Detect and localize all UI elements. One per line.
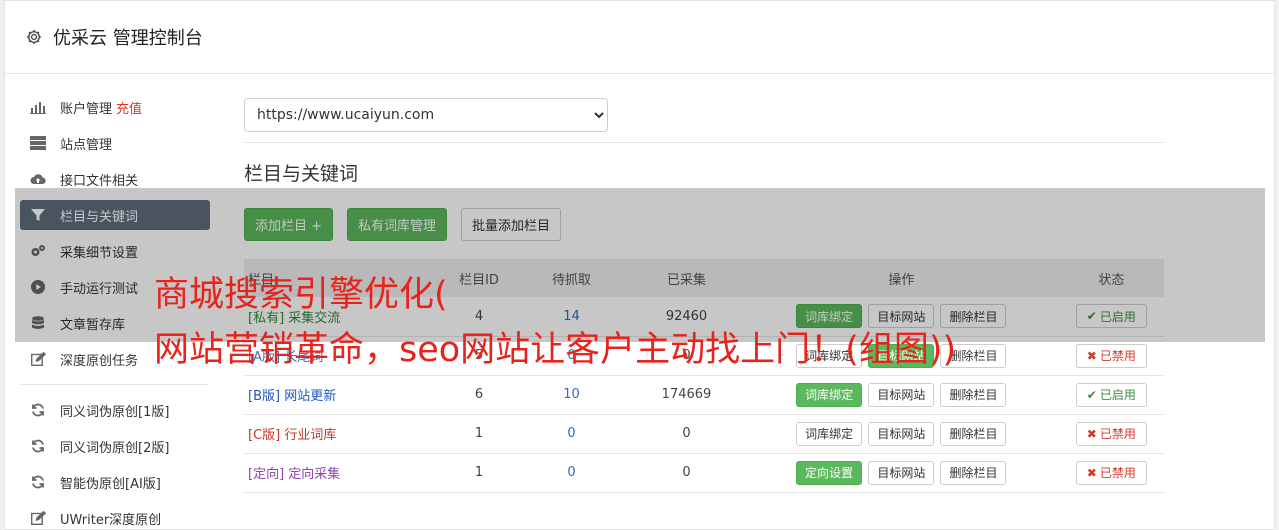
cloud-upload-icon bbox=[30, 171, 46, 187]
table-row: [B版] 网站更新 6 10 174669 词库绑定 目标网站 删除栏目 ✔ 已启… bbox=[244, 375, 1164, 415]
status-label: 已启用 bbox=[1099, 388, 1136, 402]
sidebar-item-ai-original[interactable]: 智能伪原创[AI版] bbox=[20, 467, 210, 497]
status-label: 已禁用 bbox=[1099, 349, 1136, 363]
column-id: 6 bbox=[444, 375, 514, 415]
pending-count[interactable]: 10 bbox=[514, 375, 629, 415]
ops-cell: 定向设置 目标网站 删除栏目 bbox=[744, 453, 1059, 493]
done-count: 0 bbox=[629, 453, 744, 493]
bind-library-button[interactable]: 词库绑定 bbox=[796, 382, 863, 407]
sidebar-item-label: 站点管理 bbox=[60, 137, 113, 153]
column-tag: [B版] bbox=[248, 389, 281, 404]
edit-icon bbox=[30, 351, 46, 367]
column-name-cell: [B版] 网站更新 bbox=[244, 375, 444, 415]
target-site-button[interactable]: 目标网站 bbox=[868, 421, 935, 446]
gear-icon bbox=[26, 29, 42, 45]
delete-column-button[interactable]: 删除栏目 bbox=[940, 460, 1007, 485]
ops-cell: 词库绑定 目标网站 删除栏目 bbox=[744, 414, 1059, 454]
column-tag: [C版] bbox=[248, 428, 281, 443]
done-count: 0 bbox=[629, 414, 744, 454]
overlay-line-1: 商城搜索引擎优化( bbox=[154, 275, 448, 315]
refresh-icon bbox=[30, 402, 46, 418]
sidebar-item-label: 同义词伪原创[2版] bbox=[60, 440, 170, 456]
status-cell: ✖ 已禁用 bbox=[1058, 453, 1164, 493]
column-id: 1 bbox=[444, 453, 514, 493]
directed-settings-button[interactable]: 定向设置 bbox=[796, 460, 863, 485]
bind-library-button[interactable]: 词库绑定 bbox=[796, 421, 863, 446]
cross-icon: ✖ bbox=[1086, 348, 1097, 363]
status-cell: ✖ 已禁用 bbox=[1058, 414, 1164, 454]
cross-icon: ✖ bbox=[1086, 465, 1097, 480]
sidebar-item-label: 深度原创任务 bbox=[60, 353, 139, 369]
sidebar-item-label: UWriter深度原创 bbox=[60, 512, 162, 528]
sidebar-item-synonym-v1[interactable]: 同义词伪原创[1版] bbox=[20, 395, 210, 425]
sidebar-item-label: 同义词伪原创[1版] bbox=[60, 404, 170, 420]
pending-count[interactable]: 0 bbox=[514, 453, 629, 493]
status-toggle[interactable]: ✖ 已禁用 bbox=[1075, 460, 1147, 485]
delete-column-button[interactable]: 删除栏目 bbox=[940, 421, 1007, 446]
server-icon bbox=[30, 135, 46, 151]
refresh-icon bbox=[30, 438, 46, 454]
site-select[interactable]: https://www.ucaiyun.com bbox=[244, 98, 608, 132]
edit-icon bbox=[30, 510, 46, 526]
done-count: 174669 bbox=[629, 375, 744, 415]
check-icon: ✔ bbox=[1086, 387, 1097, 402]
delete-column-button[interactable]: 删除栏目 bbox=[940, 382, 1007, 407]
section-divider bbox=[244, 142, 1164, 143]
column-tag: [定向] bbox=[248, 467, 285, 482]
status-label: 已禁用 bbox=[1099, 466, 1136, 480]
page-title: 优采云 管理控制台 bbox=[53, 28, 203, 49]
column-name-link[interactable]: 网站更新 bbox=[284, 389, 336, 404]
status-toggle[interactable]: ✖ 已禁用 bbox=[1075, 421, 1147, 446]
ops-cell: 词库绑定 目标网站 删除栏目 bbox=[744, 375, 1059, 415]
sidebar-item-account[interactable]: 账户管理 充值 bbox=[20, 92, 210, 122]
status-label: 已禁用 bbox=[1099, 427, 1136, 441]
status-toggle[interactable]: ✖ 已禁用 bbox=[1075, 343, 1147, 368]
table-row: [定向] 定向采集 1 0 0 定向设置 目标网站 删除栏目 ✖ 已禁用 bbox=[244, 453, 1164, 493]
column-name-cell: [定向] 定向采集 bbox=[244, 453, 444, 493]
section-title: 栏目与关键词 bbox=[244, 163, 359, 185]
sidebar-item-label: 账户管理 bbox=[60, 101, 113, 117]
pending-count[interactable]: 0 bbox=[514, 414, 629, 454]
target-site-button[interactable]: 目标网站 bbox=[868, 460, 935, 485]
bar-chart-icon bbox=[30, 99, 46, 115]
status-cell: ✔ 已启用 bbox=[1058, 375, 1164, 415]
column-name-link[interactable]: 定向采集 bbox=[288, 467, 340, 482]
sidebar-item-synonym-v2[interactable]: 同义词伪原创[2版] bbox=[20, 431, 210, 461]
column-name-cell: [C版] 行业词库 bbox=[244, 414, 444, 454]
target-site-button[interactable]: 目标网站 bbox=[868, 382, 935, 407]
sidebar-item-label: 接口文件相关 bbox=[60, 173, 139, 189]
sidebar-item-sites[interactable]: 站点管理 bbox=[20, 128, 210, 158]
sidebar-divider bbox=[20, 384, 208, 385]
overlay-line-2: 网站营销革命，seo网站让客户主动找上门！(组图)) bbox=[154, 330, 957, 370]
console-header: 优采云 管理控制台 bbox=[5, 1, 1274, 74]
status-toggle[interactable]: ✔ 已启用 bbox=[1075, 382, 1147, 407]
overlay-headline: 商城搜索引擎优化( 网站营销革命，seo网站让客户主动找上门！(组图)) bbox=[154, 268, 956, 378]
recharge-link[interactable]: 充值 bbox=[116, 98, 142, 117]
sidebar-item-label: 智能伪原创[AI版] bbox=[60, 476, 161, 492]
table-row: [C版] 行业词库 1 0 0 词库绑定 目标网站 删除栏目 ✖ 已禁用 bbox=[244, 414, 1164, 454]
column-name-link[interactable]: 行业词库 bbox=[284, 428, 336, 443]
sidebar-item-uwriter[interactable]: UWriter深度原创 bbox=[20, 503, 210, 530]
cross-icon: ✖ bbox=[1086, 426, 1097, 441]
column-id: 1 bbox=[444, 414, 514, 454]
refresh-icon bbox=[30, 474, 46, 490]
